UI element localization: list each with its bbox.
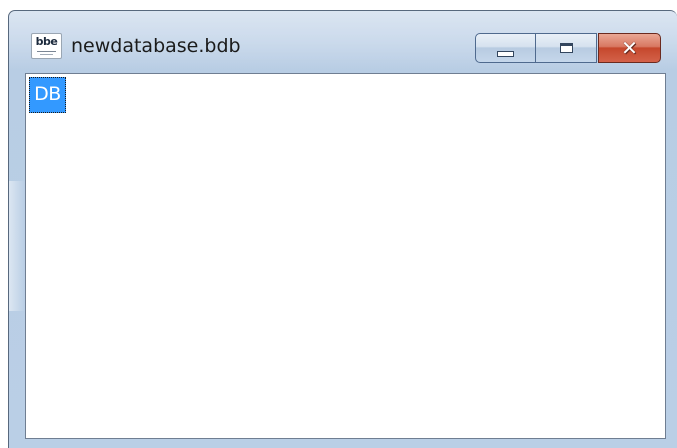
close-button[interactable]: ✕ — [598, 33, 661, 63]
app-icon-underline-2 — [40, 54, 53, 55]
window-title: newdatabase.bdb — [71, 35, 241, 57]
bbe-app-icon[interactable]: bbe — [31, 33, 62, 59]
app-icon-label: bbe — [35, 35, 58, 48]
maximize-button[interactable] — [536, 33, 597, 63]
close-icon: ✕ — [621, 36, 638, 60]
database-view[interactable]: DB — [25, 73, 666, 439]
minimize-button[interactable] — [475, 33, 536, 63]
window-frame-edge-highlight — [9, 181, 25, 311]
list-item-db[interactable]: DB — [29, 77, 66, 113]
mdi-child-window[interactable]: bbe newdatabase.bdb ✕ DB — [8, 10, 677, 448]
minimize-icon — [497, 51, 514, 57]
title-bar[interactable]: bbe newdatabase.bdb ✕ — [9, 11, 677, 73]
maximize-icon — [559, 43, 573, 53]
app-icon-underline — [37, 51, 56, 52]
